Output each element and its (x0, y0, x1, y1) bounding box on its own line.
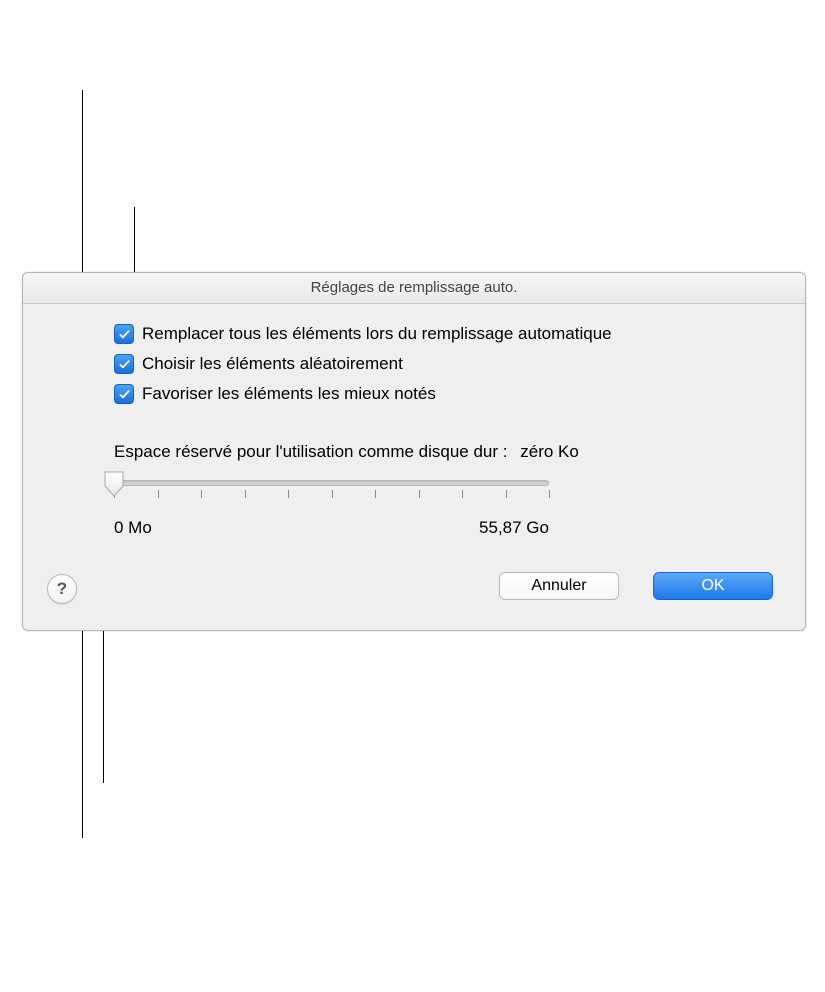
slider-thumb-icon[interactable] (103, 470, 125, 498)
dialog-title: Réglages de remplissage auto. (23, 273, 805, 304)
slider-value: zéro Ko (520, 442, 579, 461)
checkbox-icon[interactable] (114, 354, 134, 374)
autofill-settings-dialog: Réglages de remplissage auto. Remplacer … (22, 272, 806, 631)
disk-space-slider[interactable] (114, 472, 549, 512)
slider-min-label: 0 Mo (114, 518, 152, 538)
checkbox-label: Choisir les éléments aléatoirement (142, 354, 403, 374)
checkbox-label: Favoriser les éléments les mieux notés (142, 384, 436, 404)
cancel-button[interactable]: Annuler (499, 572, 619, 600)
dialog-body: Remplacer tous les éléments lors du remp… (23, 304, 805, 630)
slider-max-label: 55,87 Go (479, 518, 549, 538)
dialog-button-row: ? Annuler OK (49, 572, 779, 608)
checkbox-icon[interactable] (114, 384, 134, 404)
checkbox-row-replace-all[interactable]: Remplacer tous les éléments lors du remp… (114, 324, 779, 344)
slider-label-row: Espace réservé pour l'utilisation comme … (114, 442, 779, 462)
ok-button[interactable]: OK (653, 572, 773, 600)
checkbox-row-choose-random[interactable]: Choisir les éléments aléatoirement (114, 354, 779, 374)
disk-space-slider-section: Espace réservé pour l'utilisation comme … (114, 442, 779, 512)
help-button[interactable]: ? (47, 574, 77, 604)
slider-label: Espace réservé pour l'utilisation comme … (114, 442, 508, 461)
checkbox-icon[interactable] (114, 324, 134, 344)
checkbox-row-favor-rated[interactable]: Favoriser les éléments les mieux notés (114, 384, 779, 404)
help-icon: ? (57, 579, 67, 599)
checkbox-label: Remplacer tous les éléments lors du remp… (142, 324, 612, 344)
slider-ticks (114, 490, 549, 500)
slider-track (114, 480, 549, 486)
